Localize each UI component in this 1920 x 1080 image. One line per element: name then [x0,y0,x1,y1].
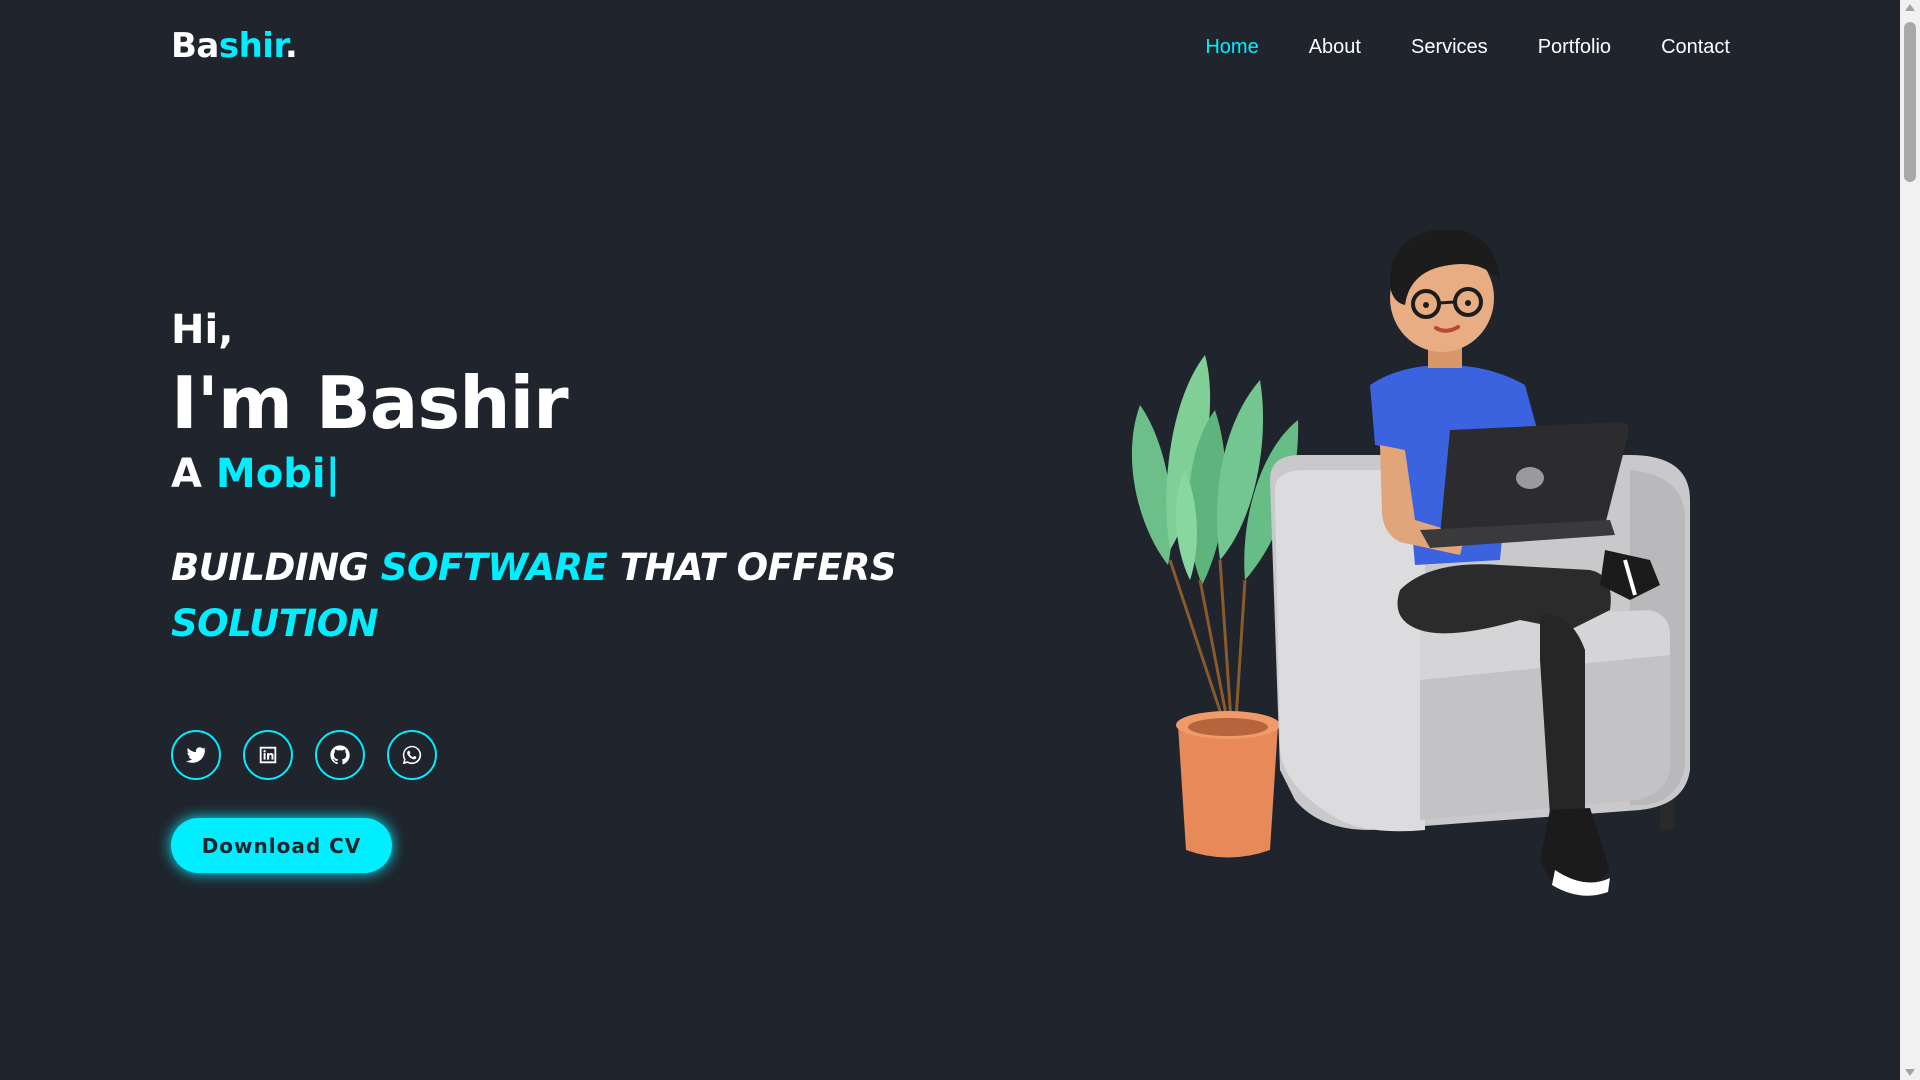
logo-prefix: Ba [171,26,219,66]
tagline-part-3: THAT OFFERS [619,545,897,589]
social-links [171,730,437,780]
tagline-highlight-software: SOFTWARE [380,545,608,589]
plant-pot [1176,711,1280,858]
scroll-down-arrow[interactable] [1905,1069,1915,1076]
hero-greeting: Hi, [171,307,234,353]
logo-dot: . [284,26,298,66]
twitter-link[interactable] [171,730,221,780]
typing-cursor: | [325,450,341,497]
role-typed-text: Mobi [215,450,326,497]
scroll-up-arrow[interactable] [1905,4,1915,11]
role-prefix: A [171,450,202,497]
twitter-icon [185,747,207,763]
hero-name: I'm Bashir [171,361,569,445]
tagline-part-1: BUILDING [171,545,369,589]
nav-about[interactable]: About [1309,36,1361,59]
hero-section: Hi, I'm Bashir A Mobi| BUILDING SOFTWARE… [171,310,971,652]
linkedin-icon [259,746,277,764]
plant-stems [1168,559,1247,736]
nav-services[interactable]: Services [1411,36,1488,59]
nav-home[interactable]: Home [1205,36,1258,59]
scroll-thumb[interactable] [1904,22,1916,182]
tagline-highlight-solution: SOLUTION [171,601,379,645]
nav-portfolio[interactable]: Portfolio [1538,36,1611,59]
whatsapp-icon [402,745,422,765]
linkedin-link[interactable] [243,730,293,780]
hero-tagline: BUILDING SOFTWARE THAT OFFERS SOLUTION [171,540,911,652]
github-link[interactable] [315,730,365,780]
hero-role: A Mobi| [171,452,971,496]
download-cv-button[interactable]: Download CV [171,818,392,873]
whatsapp-link[interactable] [387,730,437,780]
nav-contact[interactable]: Contact [1661,36,1730,59]
page-scrollbar[interactable] [1900,0,1920,1080]
hero-illustration [1131,230,1690,896]
logo-accent: shir [218,26,286,66]
site-logo[interactable]: Bashir. [171,26,298,66]
site-header: Bashir. Home About Services Portfolio Co… [0,0,1900,100]
main-nav: Home About Services Portfolio Contact [1205,36,1730,59]
github-icon [330,745,350,765]
